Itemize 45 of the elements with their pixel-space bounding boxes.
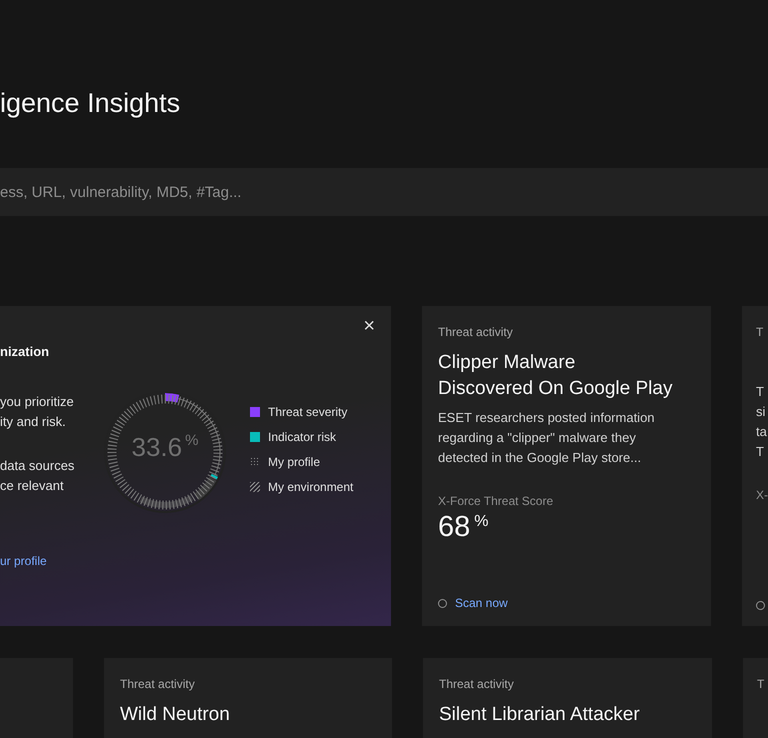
card-category: Threat activity [439, 676, 515, 692]
legend-label: Indicator risk [268, 429, 336, 445]
promo-text: ce relevant [0, 477, 65, 495]
chart-unit: % [185, 432, 198, 449]
card-category: T [756, 324, 764, 340]
card-description: detected in the Google Play store... [438, 449, 642, 467]
legend-label: My environment [268, 479, 354, 495]
score-value: 68 [438, 510, 470, 544]
card-category: Threat activity [120, 676, 196, 692]
promo-heading: nization [0, 344, 50, 359]
card-category: Threat activity [438, 324, 514, 340]
card-description: ESET researchers posted information [438, 409, 656, 427]
legend-label: My profile [268, 454, 320, 470]
card-title: Clipper Malware [438, 351, 576, 375]
score-label: X-Force Threat Score [438, 494, 554, 508]
close-button[interactable]: × [359, 318, 379, 334]
article-card[interactable]: Threat activity Silent Librarian Attacker [423, 658, 712, 738]
card-title: Silent Librarian Attacker [439, 703, 641, 727]
article-card[interactable]: T T si ta T X- [742, 306, 768, 626]
circle-icon [756, 601, 765, 610]
card-description: regarding a "clipper" malware they [438, 429, 637, 447]
card-title: Discovered On Google Play [438, 377, 674, 401]
scan-link[interactable]: Scan now [455, 596, 508, 610]
card-description: si [756, 403, 766, 421]
promo-text: data sources [0, 457, 76, 475]
card-category: T [757, 676, 766, 692]
article-card[interactable]: Threat activity Clipper Malware Discovered On Google Play ESET researchers posted information regarding a "clipper" malware they detected in the Google Play store... X-Force Threat Score 68% Scan now [422, 306, 711, 626]
page-title: igence Insights [0, 87, 182, 119]
score-label: X- [756, 488, 768, 502]
circle-icon [438, 598, 447, 608]
profile-link[interactable]: ur profile [0, 554, 47, 568]
card-title: Wild Neutron [120, 703, 231, 727]
score-unit: % [474, 513, 488, 531]
promo-text: ity and risk. [0, 413, 67, 431]
promo-text: you prioritize [0, 393, 75, 411]
article-card[interactable]: Threat activity Wild Neutron [104, 658, 392, 738]
dotted-swatch-icon [250, 457, 260, 467]
article-card[interactable]: T [743, 658, 768, 738]
legend-label: Threat severity [268, 404, 348, 420]
chart-value: 33.6 [132, 432, 182, 463]
hatched-swatch-icon [250, 482, 260, 492]
card-description: ta [756, 423, 768, 441]
search-field[interactable]: ess, URL, vulnerability, MD5, #Tag... [0, 168, 768, 216]
card-description: T [756, 383, 765, 401]
card-description: T [756, 443, 765, 461]
